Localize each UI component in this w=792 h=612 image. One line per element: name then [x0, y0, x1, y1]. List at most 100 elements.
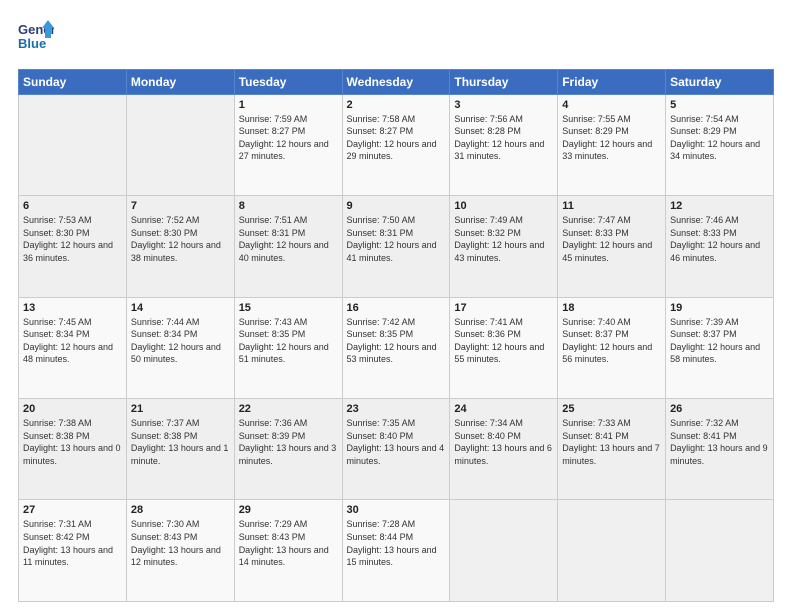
calendar-cell: 24Sunrise: 7:34 AMSunset: 8:40 PMDayligh… [450, 399, 558, 500]
calendar-cell: 8 Sunrise: 7:51 AMSunset: 8:31 PMDaylight… [234, 196, 342, 297]
day-info: Sunrise: 7:38 AMSunset: 8:38 PMDaylight:… [23, 417, 122, 467]
day-number: 12 [670, 200, 769, 212]
logo-wordmark: General Blue [18, 18, 54, 59]
day-number: 27 [23, 504, 122, 516]
calendar-table: SundayMondayTuesdayWednesdayThursdayFrid… [18, 69, 774, 602]
day-number: 8 [239, 200, 338, 212]
calendar-cell: 12 Sunrise: 7:46 AMSunset: 8:33 PMDayligh… [666, 196, 774, 297]
day-number: 11 [562, 200, 661, 212]
day-number: 29 [239, 504, 338, 516]
calendar-cell: 27 Sunrise: 7:31 AMSunset: 8:42 PMDayligh… [19, 500, 127, 602]
calendar-cell [126, 94, 234, 195]
weekday-header: Friday [558, 69, 666, 94]
day-number: 5 [670, 99, 769, 111]
day-number: 3 [454, 99, 553, 111]
day-info: Sunrise: 7:50 AMSunset: 8:31 PMDaylight:… [347, 214, 446, 264]
day-info: Sunrise: 7:31 AMSunset: 8:42 PMDaylight:… [23, 518, 122, 568]
day-number: 17 [454, 302, 553, 314]
calendar-week-row: 27 Sunrise: 7:31 AMSunset: 8:42 PMDayligh… [19, 500, 774, 602]
day-info: Sunrise: 7:44 AMSunset: 8:34 PMDaylight:… [131, 316, 230, 366]
weekday-header: Sunday [19, 69, 127, 94]
header: General Blue [18, 18, 774, 59]
calendar-cell: 30 Sunrise: 7:28 AMSunset: 8:44 PMDayligh… [342, 500, 450, 602]
header-row: SundayMondayTuesdayWednesdayThursdayFrid… [19, 69, 774, 94]
day-info: Sunrise: 7:39 AMSunset: 8:37 PMDaylight:… [670, 316, 769, 366]
calendar-cell: 18 Sunrise: 7:40 AMSunset: 8:37 PMDayligh… [558, 297, 666, 398]
logo-svg: General Blue [18, 18, 54, 54]
calendar-cell: 28 Sunrise: 7:30 AMSunset: 8:43 PMDayligh… [126, 500, 234, 602]
day-number: 20 [23, 403, 122, 415]
day-info: Sunrise: 7:36 AMSunset: 8:39 PMDaylight:… [239, 417, 338, 467]
calendar-week-row: 6Sunrise: 7:53 AMSunset: 8:30 PMDaylight… [19, 196, 774, 297]
calendar-cell: 16 Sunrise: 7:42 AMSunset: 8:35 PMDayligh… [342, 297, 450, 398]
calendar-cell [558, 500, 666, 602]
day-info: Sunrise: 7:30 AMSunset: 8:43 PMDaylight:… [131, 518, 230, 568]
day-info: Sunrise: 7:51 AMSunset: 8:31 PMDaylight:… [239, 214, 338, 264]
weekday-header: Tuesday [234, 69, 342, 94]
day-number: 25 [562, 403, 661, 415]
day-number: 23 [347, 403, 446, 415]
day-info: Sunrise: 7:46 AMSunset: 8:33 PMDaylight:… [670, 214, 769, 264]
day-info: Sunrise: 7:42 AMSunset: 8:35 PMDaylight:… [347, 316, 446, 366]
day-info: Sunrise: 7:55 AMSunset: 8:29 PMDaylight:… [562, 113, 661, 163]
day-number: 28 [131, 504, 230, 516]
weekday-header: Saturday [666, 69, 774, 94]
day-info: Sunrise: 7:49 AMSunset: 8:32 PMDaylight:… [454, 214, 553, 264]
day-number: 7 [131, 200, 230, 212]
calendar-cell: 19Sunrise: 7:39 AMSunset: 8:37 PMDayligh… [666, 297, 774, 398]
day-number: 22 [239, 403, 338, 415]
day-number: 18 [562, 302, 661, 314]
day-number: 15 [239, 302, 338, 314]
day-number: 14 [131, 302, 230, 314]
day-info: Sunrise: 7:53 AMSunset: 8:30 PMDaylight:… [23, 214, 122, 264]
day-info: Sunrise: 7:29 AMSunset: 8:43 PMDaylight:… [239, 518, 338, 568]
calendar-cell: 13Sunrise: 7:45 AMSunset: 8:34 PMDayligh… [19, 297, 127, 398]
calendar-cell: 2Sunrise: 7:58 AMSunset: 8:27 PMDaylight… [342, 94, 450, 195]
day-info: Sunrise: 7:40 AMSunset: 8:37 PMDaylight:… [562, 316, 661, 366]
day-number: 26 [670, 403, 769, 415]
day-number: 30 [347, 504, 446, 516]
calendar-week-row: 13Sunrise: 7:45 AMSunset: 8:34 PMDayligh… [19, 297, 774, 398]
calendar-cell: 11 Sunrise: 7:47 AMSunset: 8:33 PMDayligh… [558, 196, 666, 297]
calendar-cell: 5Sunrise: 7:54 AMSunset: 8:29 PMDaylight… [666, 94, 774, 195]
calendar-cell [666, 500, 774, 602]
day-info: Sunrise: 7:35 AMSunset: 8:40 PMDaylight:… [347, 417, 446, 467]
calendar-cell: 14 Sunrise: 7:44 AMSunset: 8:34 PMDayligh… [126, 297, 234, 398]
svg-text:Blue: Blue [18, 36, 46, 51]
calendar-cell [450, 500, 558, 602]
calendar-cell: 25 Sunrise: 7:33 AMSunset: 8:41 PMDayligh… [558, 399, 666, 500]
calendar-cell: 7 Sunrise: 7:52 AMSunset: 8:30 PMDaylight… [126, 196, 234, 297]
weekday-header: Monday [126, 69, 234, 94]
day-number: 10 [454, 200, 553, 212]
day-number: 13 [23, 302, 122, 314]
calendar-cell: 6Sunrise: 7:53 AMSunset: 8:30 PMDaylight… [19, 196, 127, 297]
calendar-cell: 17 Sunrise: 7:41 AMSunset: 8:36 PMDayligh… [450, 297, 558, 398]
day-number: 21 [131, 403, 230, 415]
day-info: Sunrise: 7:52 AMSunset: 8:30 PMDaylight:… [131, 214, 230, 264]
day-info: Sunrise: 7:43 AMSunset: 8:35 PMDaylight:… [239, 316, 338, 366]
calendar-cell: 15 Sunrise: 7:43 AMSunset: 8:35 PMDayligh… [234, 297, 342, 398]
calendar-cell: 3 Sunrise: 7:56 AMSunset: 8:28 PMDaylight… [450, 94, 558, 195]
day-info: Sunrise: 7:56 AMSunset: 8:28 PMDaylight:… [454, 113, 553, 163]
day-info: Sunrise: 7:32 AMSunset: 8:41 PMDaylight:… [670, 417, 769, 467]
calendar-cell: 9 Sunrise: 7:50 AMSunset: 8:31 PMDaylight… [342, 196, 450, 297]
calendar-cell: 20 Sunrise: 7:38 AMSunset: 8:38 PMDayligh… [19, 399, 127, 500]
calendar-week-row: 1 Sunrise: 7:59 AMSunset: 8:27 PMDaylight… [19, 94, 774, 195]
calendar-cell: 1 Sunrise: 7:59 AMSunset: 8:27 PMDaylight… [234, 94, 342, 195]
day-info: Sunrise: 7:59 AMSunset: 8:27 PMDaylight:… [239, 113, 338, 163]
day-info: Sunrise: 7:37 AMSunset: 8:38 PMDaylight:… [131, 417, 230, 467]
calendar-cell: 29 Sunrise: 7:29 AMSunset: 8:43 PMDayligh… [234, 500, 342, 602]
calendar-cell: 23 Sunrise: 7:35 AMSunset: 8:40 PMDayligh… [342, 399, 450, 500]
day-number: 2 [347, 99, 446, 111]
day-info: Sunrise: 7:33 AMSunset: 8:41 PMDaylight:… [562, 417, 661, 467]
day-number: 16 [347, 302, 446, 314]
day-number: 9 [347, 200, 446, 212]
calendar-cell: 10 Sunrise: 7:49 AMSunset: 8:32 PMDayligh… [450, 196, 558, 297]
day-info: Sunrise: 7:41 AMSunset: 8:36 PMDaylight:… [454, 316, 553, 366]
weekday-header: Wednesday [342, 69, 450, 94]
day-info: Sunrise: 7:47 AMSunset: 8:33 PMDaylight:… [562, 214, 661, 264]
day-number: 24 [454, 403, 553, 415]
day-info: Sunrise: 7:28 AMSunset: 8:44 PMDaylight:… [347, 518, 446, 568]
calendar-cell: 21 Sunrise: 7:37 AMSunset: 8:38 PMDayligh… [126, 399, 234, 500]
day-number: 1 [239, 99, 338, 111]
